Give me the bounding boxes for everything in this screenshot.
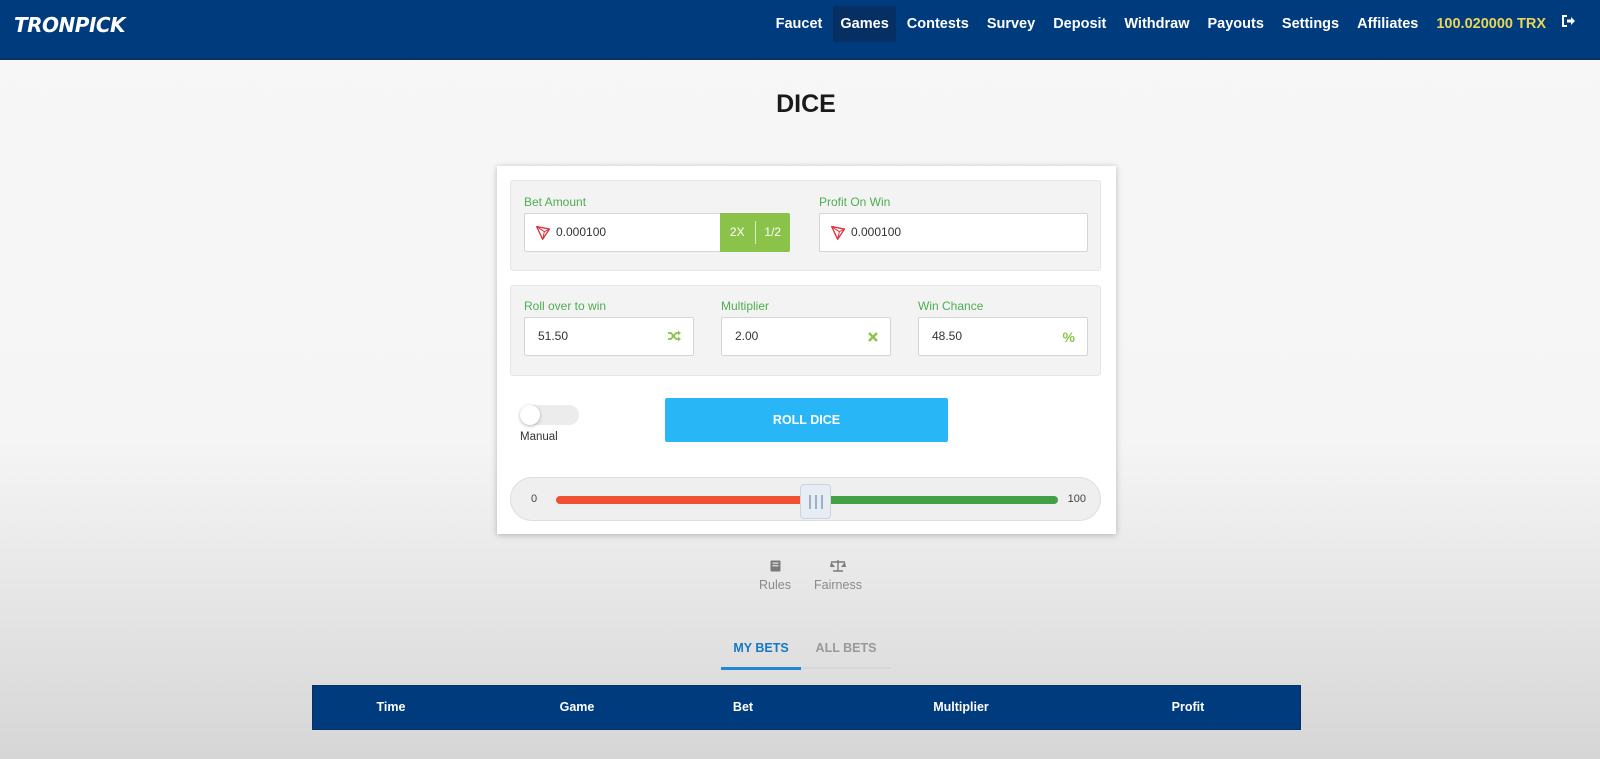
- column-game: Game: [559, 700, 595, 714]
- page-title: DICE: [776, 90, 836, 118]
- nav-item-affiliates[interactable]: Affiliates: [1348, 6, 1427, 42]
- percent-icon: %: [1062, 329, 1075, 345]
- multiplier-label: Multiplier: [721, 299, 770, 313]
- fairness-link[interactable]: Fairness: [810, 560, 866, 592]
- column-multiplier: Multiplier: [933, 700, 989, 714]
- slider-track[interactable]: [556, 484, 1058, 519]
- nav-item-withdraw[interactable]: Withdraw: [1115, 6, 1198, 42]
- win-chance-label: Win Chance: [918, 299, 984, 313]
- roll-settings-panel: Roll over to win 51.50 Multiplier 2.00 W…: [510, 285, 1101, 376]
- mode-label: Manual: [520, 431, 558, 443]
- roll-dice-button[interactable]: ROLL DICE: [665, 398, 948, 442]
- slider-lose-range: [556, 496, 803, 504]
- tron-icon: [831, 225, 846, 240]
- dice-game-card: Bet Amount 0.000100 2X 1/2 Profit On Win…: [497, 166, 1116, 534]
- nav-item-faucet[interactable]: Faucet: [767, 6, 832, 42]
- balance-display[interactable]: 100.020000 TRX: [1427, 6, 1555, 42]
- column-profit: Profit: [1171, 700, 1205, 714]
- sign-out-icon[interactable]: [1555, 6, 1582, 42]
- nav-item-survey[interactable]: Survey: [978, 6, 1044, 42]
- bet-amount-input[interactable]: 0.000100: [524, 213, 723, 252]
- multiplier-input[interactable]: 2.00: [721, 317, 891, 356]
- bet-amount-label: Bet Amount: [524, 195, 587, 209]
- rules-link[interactable]: Rules: [757, 560, 793, 592]
- bets-table-header: Time Game Bet Multiplier Profit: [312, 685, 1301, 730]
- book-icon: [757, 560, 793, 578]
- roll-slider: 0 100: [510, 477, 1101, 521]
- slider-min-label: 0: [531, 493, 538, 505]
- column-bet: Bet: [732, 700, 754, 714]
- multiplier-value: 2.00: [735, 329, 759, 343]
- bet-panel: Bet Amount 0.000100 2X 1/2 Profit On Win…: [510, 180, 1101, 271]
- nav-item-payouts[interactable]: Payouts: [1198, 6, 1272, 42]
- tab-my-bets[interactable]: MY BETS: [721, 641, 801, 670]
- win-chance-value: 48.50: [932, 329, 963, 343]
- nav-item-games[interactable]: Games: [833, 6, 896, 42]
- toggle-knob: [520, 405, 540, 425]
- shuffle-icon[interactable]: [668, 329, 681, 345]
- tab-all-bets[interactable]: ALL BETS: [801, 641, 891, 669]
- nav-item-deposit[interactable]: Deposit: [1044, 6, 1115, 42]
- profit-on-win-value: 0.000100: [851, 225, 902, 239]
- top-navbar: TRONPICK Faucet Games Contests Survey De…: [0, 0, 1600, 60]
- column-time: Time: [376, 700, 406, 714]
- double-bet-button[interactable]: 2X: [720, 213, 755, 252]
- profit-on-win-label: Profit On Win: [819, 195, 891, 209]
- half-bet-button[interactable]: 1/2: [755, 213, 790, 252]
- slider-handle[interactable]: [800, 484, 831, 519]
- slider-win-range: [829, 496, 1058, 504]
- slider-max-label: 100: [1067, 493, 1086, 505]
- roll-over-input[interactable]: 51.50: [524, 317, 694, 356]
- profit-on-win-input[interactable]: 0.000100: [819, 213, 1088, 252]
- bet-amount-value: 0.000100: [556, 225, 607, 239]
- win-chance-input[interactable]: 48.50 %: [918, 317, 1088, 356]
- nav-item-settings[interactable]: Settings: [1273, 6, 1348, 42]
- tron-icon: [536, 225, 551, 240]
- fairness-label: Fairness: [814, 578, 862, 592]
- times-icon: [868, 329, 878, 345]
- auto-mode-toggle[interactable]: [520, 405, 579, 425]
- nav-item-contests[interactable]: Contests: [898, 6, 978, 42]
- roll-over-label: Roll over to win: [524, 299, 607, 313]
- balance-scale-icon: [810, 560, 866, 578]
- rules-label: Rules: [759, 578, 791, 592]
- tronpick-logo[interactable]: TRONPICK: [14, 13, 126, 37]
- roll-over-value: 51.50: [538, 329, 569, 343]
- bet-modifier-group: 2X 1/2: [720, 213, 790, 252]
- nav-menu: Faucet Games Contests Survey Deposit Wit…: [767, 0, 1582, 46]
